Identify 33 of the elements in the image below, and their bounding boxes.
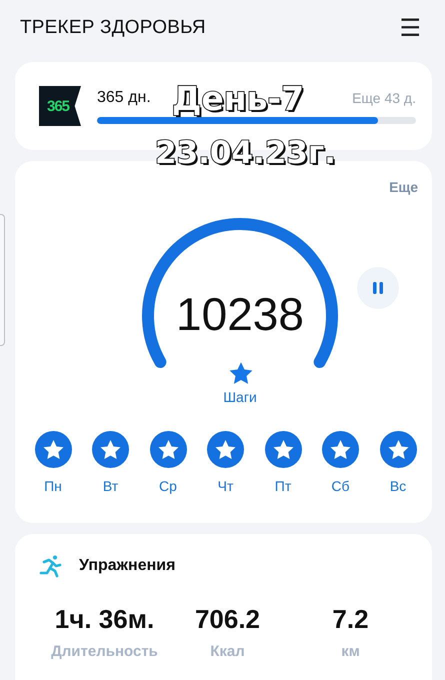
pause-button[interactable] xyxy=(357,267,399,309)
days-remaining: Еще 43 д. xyxy=(352,90,416,106)
star-icon xyxy=(229,361,253,385)
day-star-badge[interactable] xyxy=(322,431,359,468)
day-star-badge[interactable] xyxy=(150,431,186,468)
stat-label: Ккал xyxy=(210,643,245,660)
app-logo: 365 xyxy=(39,86,81,126)
day-label: Пт xyxy=(274,478,292,494)
day-label: Пн xyxy=(44,478,62,494)
app-title: ТРЕКЕР ЗДОРОВЬЯ xyxy=(20,17,206,39)
day-label: Чт xyxy=(218,478,234,494)
day-star-badge[interactable] xyxy=(92,431,129,468)
day-star-badge[interactable] xyxy=(380,431,416,468)
step-count: 10238 xyxy=(175,291,305,337)
stat-value: 706.2 xyxy=(194,604,260,635)
day-star-badge[interactable] xyxy=(34,431,72,468)
stat-label: Длительность xyxy=(51,643,158,660)
day-label: Вт xyxy=(102,478,118,494)
day-star-badge[interactable] xyxy=(207,431,244,468)
stat-value: 7.2 xyxy=(332,604,369,635)
stat-value: 1ч. 36м. xyxy=(54,604,154,635)
day-label: Сб xyxy=(331,478,350,494)
stat-label: км xyxy=(341,643,360,660)
day-label: Ср xyxy=(159,478,177,494)
exercise-title: Упражнения xyxy=(79,557,176,575)
caption-text: День-7 xyxy=(172,82,304,115)
day-label: Вс xyxy=(390,478,406,494)
pause-icon xyxy=(371,281,385,295)
caption-date: 23.04.23г. xyxy=(155,138,336,169)
goal-label: 365 дн. xyxy=(97,88,151,106)
steps-label: Шаги xyxy=(222,389,258,405)
runner-icon xyxy=(39,554,63,578)
day-star-badge[interactable] xyxy=(264,431,302,468)
